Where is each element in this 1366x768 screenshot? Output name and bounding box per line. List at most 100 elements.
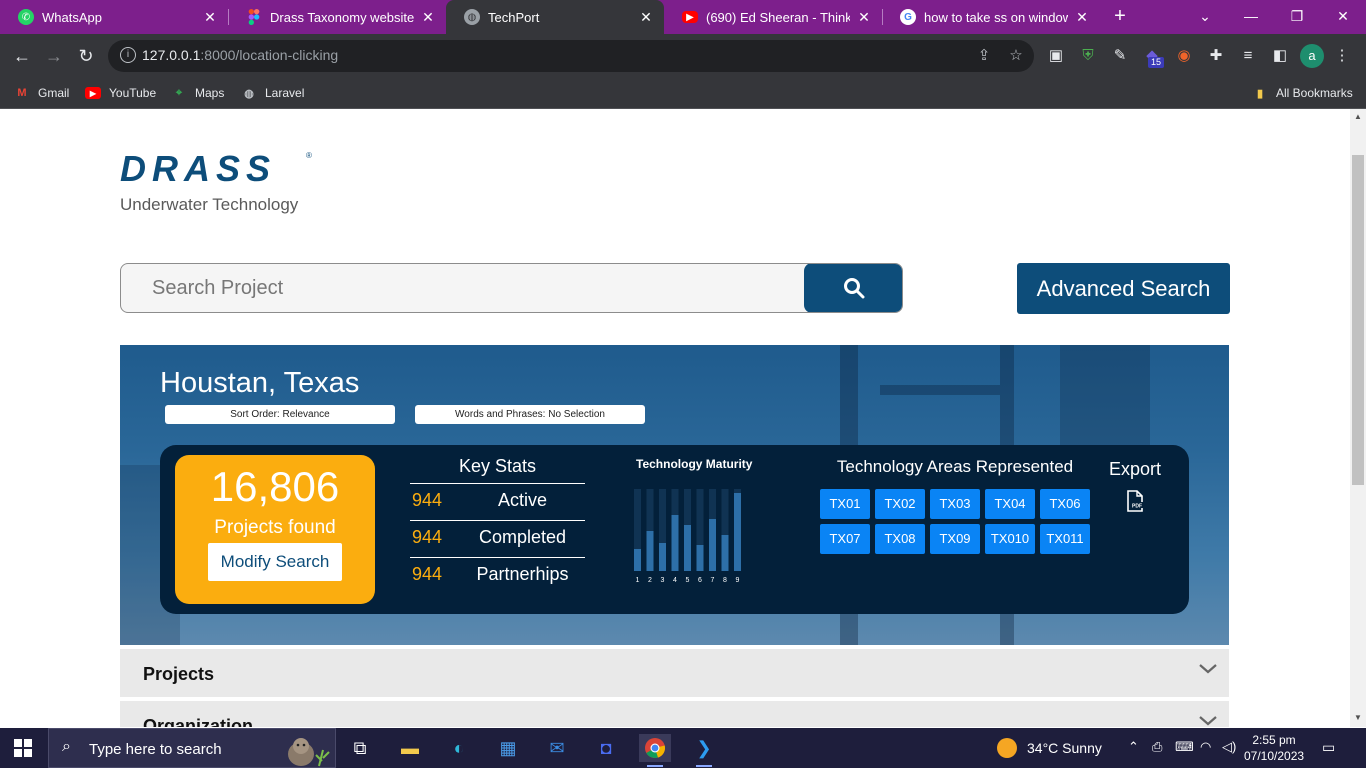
close-window-button[interactable]: ✕	[1320, 0, 1366, 34]
bookmark-gmail[interactable]: M Gmail	[14, 82, 69, 104]
close-icon[interactable]: ✕	[638, 9, 654, 26]
drass-logo[interactable]: DRASS ® Underwater Technology	[120, 151, 312, 215]
microsoft-store-icon[interactable]: ▦	[492, 734, 524, 762]
chrome-icon[interactable]	[639, 734, 671, 767]
fox-extension-icon[interactable]: ◉	[1174, 46, 1194, 66]
back-arrow-icon[interactable]: ←	[8, 42, 36, 70]
tx-area-button[interactable]: TX09	[930, 524, 980, 554]
search-button[interactable]	[804, 264, 902, 312]
puzzle-extensions-icon[interactable]: ✚	[1206, 46, 1226, 66]
network-device-icon[interactable]: ⎙	[1152, 739, 1162, 755]
minimize-button[interactable]: —	[1228, 0, 1274, 34]
tab-whatsapp[interactable]: ✆ WhatsApp ✕	[0, 0, 228, 34]
bookmark-label: Gmail	[38, 86, 70, 100]
figma-icon	[246, 9, 262, 25]
task-view-icon[interactable]: ⧉	[344, 734, 376, 762]
tab-youtube[interactable]: ▶ (690) Ed Sheeran - Thinking ✕	[664, 0, 882, 34]
tx-area-button[interactable]: TX04	[985, 489, 1035, 519]
reload-icon[interactable]: ↻	[72, 42, 100, 70]
scroll-down-arrow-icon[interactable]: ▼	[1354, 713, 1362, 722]
address-bar[interactable]: i 127.0.0.1:8000/location-clicking ⇪ ☆	[108, 40, 1034, 72]
close-icon[interactable]: ✕	[420, 9, 436, 26]
wifi-icon[interactable]: ◠	[1200, 739, 1211, 755]
scroll-up-arrow-icon[interactable]: ▲	[1354, 112, 1362, 121]
taskbar-clock[interactable]: 2:55 pm 07/10/2023	[1244, 732, 1304, 764]
tab-title: (690) Ed Sheeran - Thinking	[706, 9, 850, 25]
language-icon[interactable]: ⌨	[1175, 739, 1194, 755]
bookmark-laravel[interactable]: ◍ Laravel	[241, 82, 304, 104]
tab-search-chevron-icon[interactable]: ⌄	[1182, 0, 1228, 34]
page-content: DRASS ® Underwater Technology Advanced S…	[0, 109, 1350, 727]
volume-icon[interactable]: ◁)	[1222, 739, 1236, 755]
tx-area-button[interactable]: TX01	[820, 489, 870, 519]
pdf-file-icon[interactable]: PDF	[1125, 490, 1145, 517]
modify-search-button[interactable]: Modify Search	[208, 543, 342, 581]
sort-order-pill[interactable]: Sort Order: Relevance	[165, 405, 395, 424]
close-icon[interactable]: ✕	[1074, 9, 1090, 26]
page-scrollbar[interactable]: ▲ ▼	[1350, 109, 1366, 727]
shield-extension-icon[interactable]: ⛨	[1078, 46, 1098, 66]
file-explorer-icon[interactable]: ▬	[394, 734, 426, 762]
tx-area-button[interactable]: TX02	[875, 489, 925, 519]
accordion-label: Projects	[143, 664, 215, 684]
weather-widget[interactable]: 34°C Sunny	[997, 738, 1102, 758]
youtube-icon: ▶	[682, 11, 698, 23]
sun-icon	[997, 738, 1017, 758]
tab-techport[interactable]: ◍ TechPort ✕	[446, 0, 664, 34]
scrollbar-thumb[interactable]	[1352, 155, 1364, 485]
taskbar-search[interactable]: ⌕ Type here to search	[48, 728, 336, 768]
notifications-icon[interactable]: ▭	[1322, 739, 1335, 756]
edge-icon[interactable]: ◐	[443, 734, 475, 762]
accordion-organization[interactable]: Organization	[120, 699, 1229, 727]
screenshot-extension-icon[interactable]: ▣	[1046, 46, 1066, 66]
bookmark-youtube[interactable]: ▶ YouTube	[85, 82, 156, 104]
maturity-level-label: 3	[661, 577, 665, 584]
projects-found-count: 16,806	[210, 463, 340, 510]
search-icon	[844, 278, 865, 299]
tab-google-search[interactable]: G how to take ss on window 1 ✕	[882, 0, 1100, 34]
bookmark-label: Laravel	[265, 86, 305, 100]
new-tab-button[interactable]: +	[1108, 5, 1132, 29]
mail-icon[interactable]: ✉	[541, 734, 573, 762]
restore-button[interactable]: ❐	[1274, 0, 1320, 34]
registered-mark: ®	[306, 151, 312, 160]
url-text[interactable]: 127.0.0.1:8000/location-clicking	[142, 47, 338, 63]
tx-area-button[interactable]: TX010	[985, 524, 1035, 554]
bookmark-star-icon[interactable]: ☆	[1006, 46, 1026, 66]
app-icon[interactable]: ◘	[590, 734, 622, 762]
share-icon[interactable]: ⇪	[974, 46, 994, 66]
tx-area-button[interactable]: TX07	[820, 524, 870, 554]
tx-area-button[interactable]: TX03	[930, 489, 980, 519]
forward-arrow-icon[interactable]: →	[40, 42, 68, 70]
all-bookmarks[interactable]: ▮ All Bookmarks	[1252, 82, 1353, 104]
youtube-icon: ▶	[85, 87, 101, 99]
tx-area-button[interactable]: TX08	[875, 524, 925, 554]
maturity-level-label: 4	[673, 577, 677, 584]
words-phrases-pill[interactable]: Words and Phrases: No Selection	[415, 405, 645, 424]
tab-drass-taxonomy[interactable]: Drass Taxonomy website – Fi ✕	[228, 0, 446, 34]
chevron-up-icon[interactable]: ⌃	[1128, 739, 1139, 755]
accordion-projects[interactable]: Projects	[120, 647, 1229, 697]
vscode-icon[interactable]: ❯	[688, 734, 720, 767]
menu-kebab-icon[interactable]: ⋮	[1332, 46, 1352, 66]
maturity-bar	[646, 531, 654, 571]
search-icon: ⌕	[62, 738, 71, 755]
export-label: Export	[1108, 459, 1162, 479]
side-panel-icon[interactable]: ◧	[1270, 46, 1290, 66]
close-icon[interactable]: ✕	[856, 9, 872, 26]
key-stat-label: Active	[497, 490, 548, 510]
tab-title: how to take ss on window 1	[924, 9, 1068, 25]
search-input[interactable]	[121, 264, 804, 312]
close-icon[interactable]: ✕	[202, 9, 218, 26]
windows-start-icon[interactable]	[14, 739, 32, 757]
media-queue-icon[interactable]: ≡	[1238, 46, 1258, 66]
bookmark-maps[interactable]: ⌖ Maps	[171, 82, 224, 104]
key-stat-row: 944 Active	[410, 484, 585, 521]
key-stat-row: 944 Completed	[410, 521, 585, 558]
eyedropper-extension-icon[interactable]: ✎	[1110, 46, 1130, 66]
info-icon[interactable]: i	[120, 47, 136, 63]
tx-area-button[interactable]: TX011	[1040, 524, 1090, 554]
advanced-search-button[interactable]: Advanced Search	[1017, 263, 1230, 314]
profile-avatar[interactable]: a	[1300, 44, 1324, 68]
tx-area-button[interactable]: TX06	[1040, 489, 1090, 519]
